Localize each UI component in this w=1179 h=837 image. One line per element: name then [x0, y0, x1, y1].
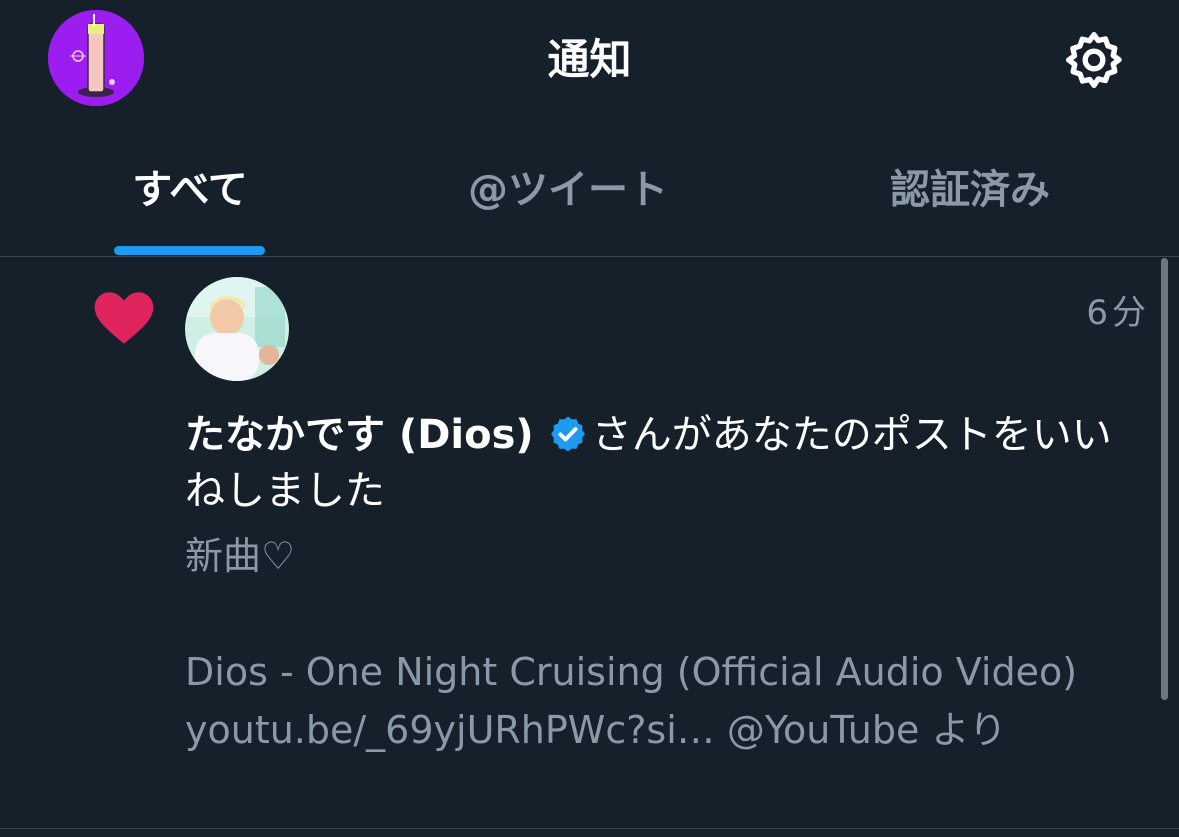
tab-verified-label: 認証済み: [890, 167, 1050, 213]
item-divider: [0, 828, 1179, 829]
user-avatar[interactable]: [185, 277, 289, 381]
verified-badge-icon: [548, 413, 588, 453]
user-avatar-image: [185, 277, 289, 381]
notification-tabs: すべて @ツイート 認証済み: [0, 150, 1179, 256]
tab-all-label: すべて: [132, 167, 248, 213]
page-title: 通知: [547, 35, 632, 84]
heart-icon: [92, 289, 156, 345]
tab-mentions-label: @ツイート: [468, 167, 668, 213]
user-name[interactable]: たなかです (Dios): [185, 412, 534, 458]
scrollbar[interactable]: [1161, 258, 1168, 700]
header-bar: 通知: [0, 0, 1179, 120]
tab-all[interactable]: すべて: [62, 150, 318, 256]
notification-time: 6分: [1086, 293, 1150, 333]
notification-item[interactable]: 6分 たなかです (Dios) さんがあなたのポストをいいねしました 新曲♡ Di…: [0, 257, 1179, 837]
liked-post-text[interactable]: 新曲♡ Dios - One Night Cruising (Official …: [185, 527, 1155, 759]
notification-message: たなかです (Dios) さんがあなたのポストをいいねしました: [185, 407, 1145, 519]
tab-mentions[interactable]: @ツイート: [440, 150, 696, 256]
active-tab-indicator: [114, 246, 265, 255]
settings-gear-icon[interactable]: [1060, 28, 1128, 92]
tab-verified[interactable]: 認証済み: [842, 150, 1098, 256]
